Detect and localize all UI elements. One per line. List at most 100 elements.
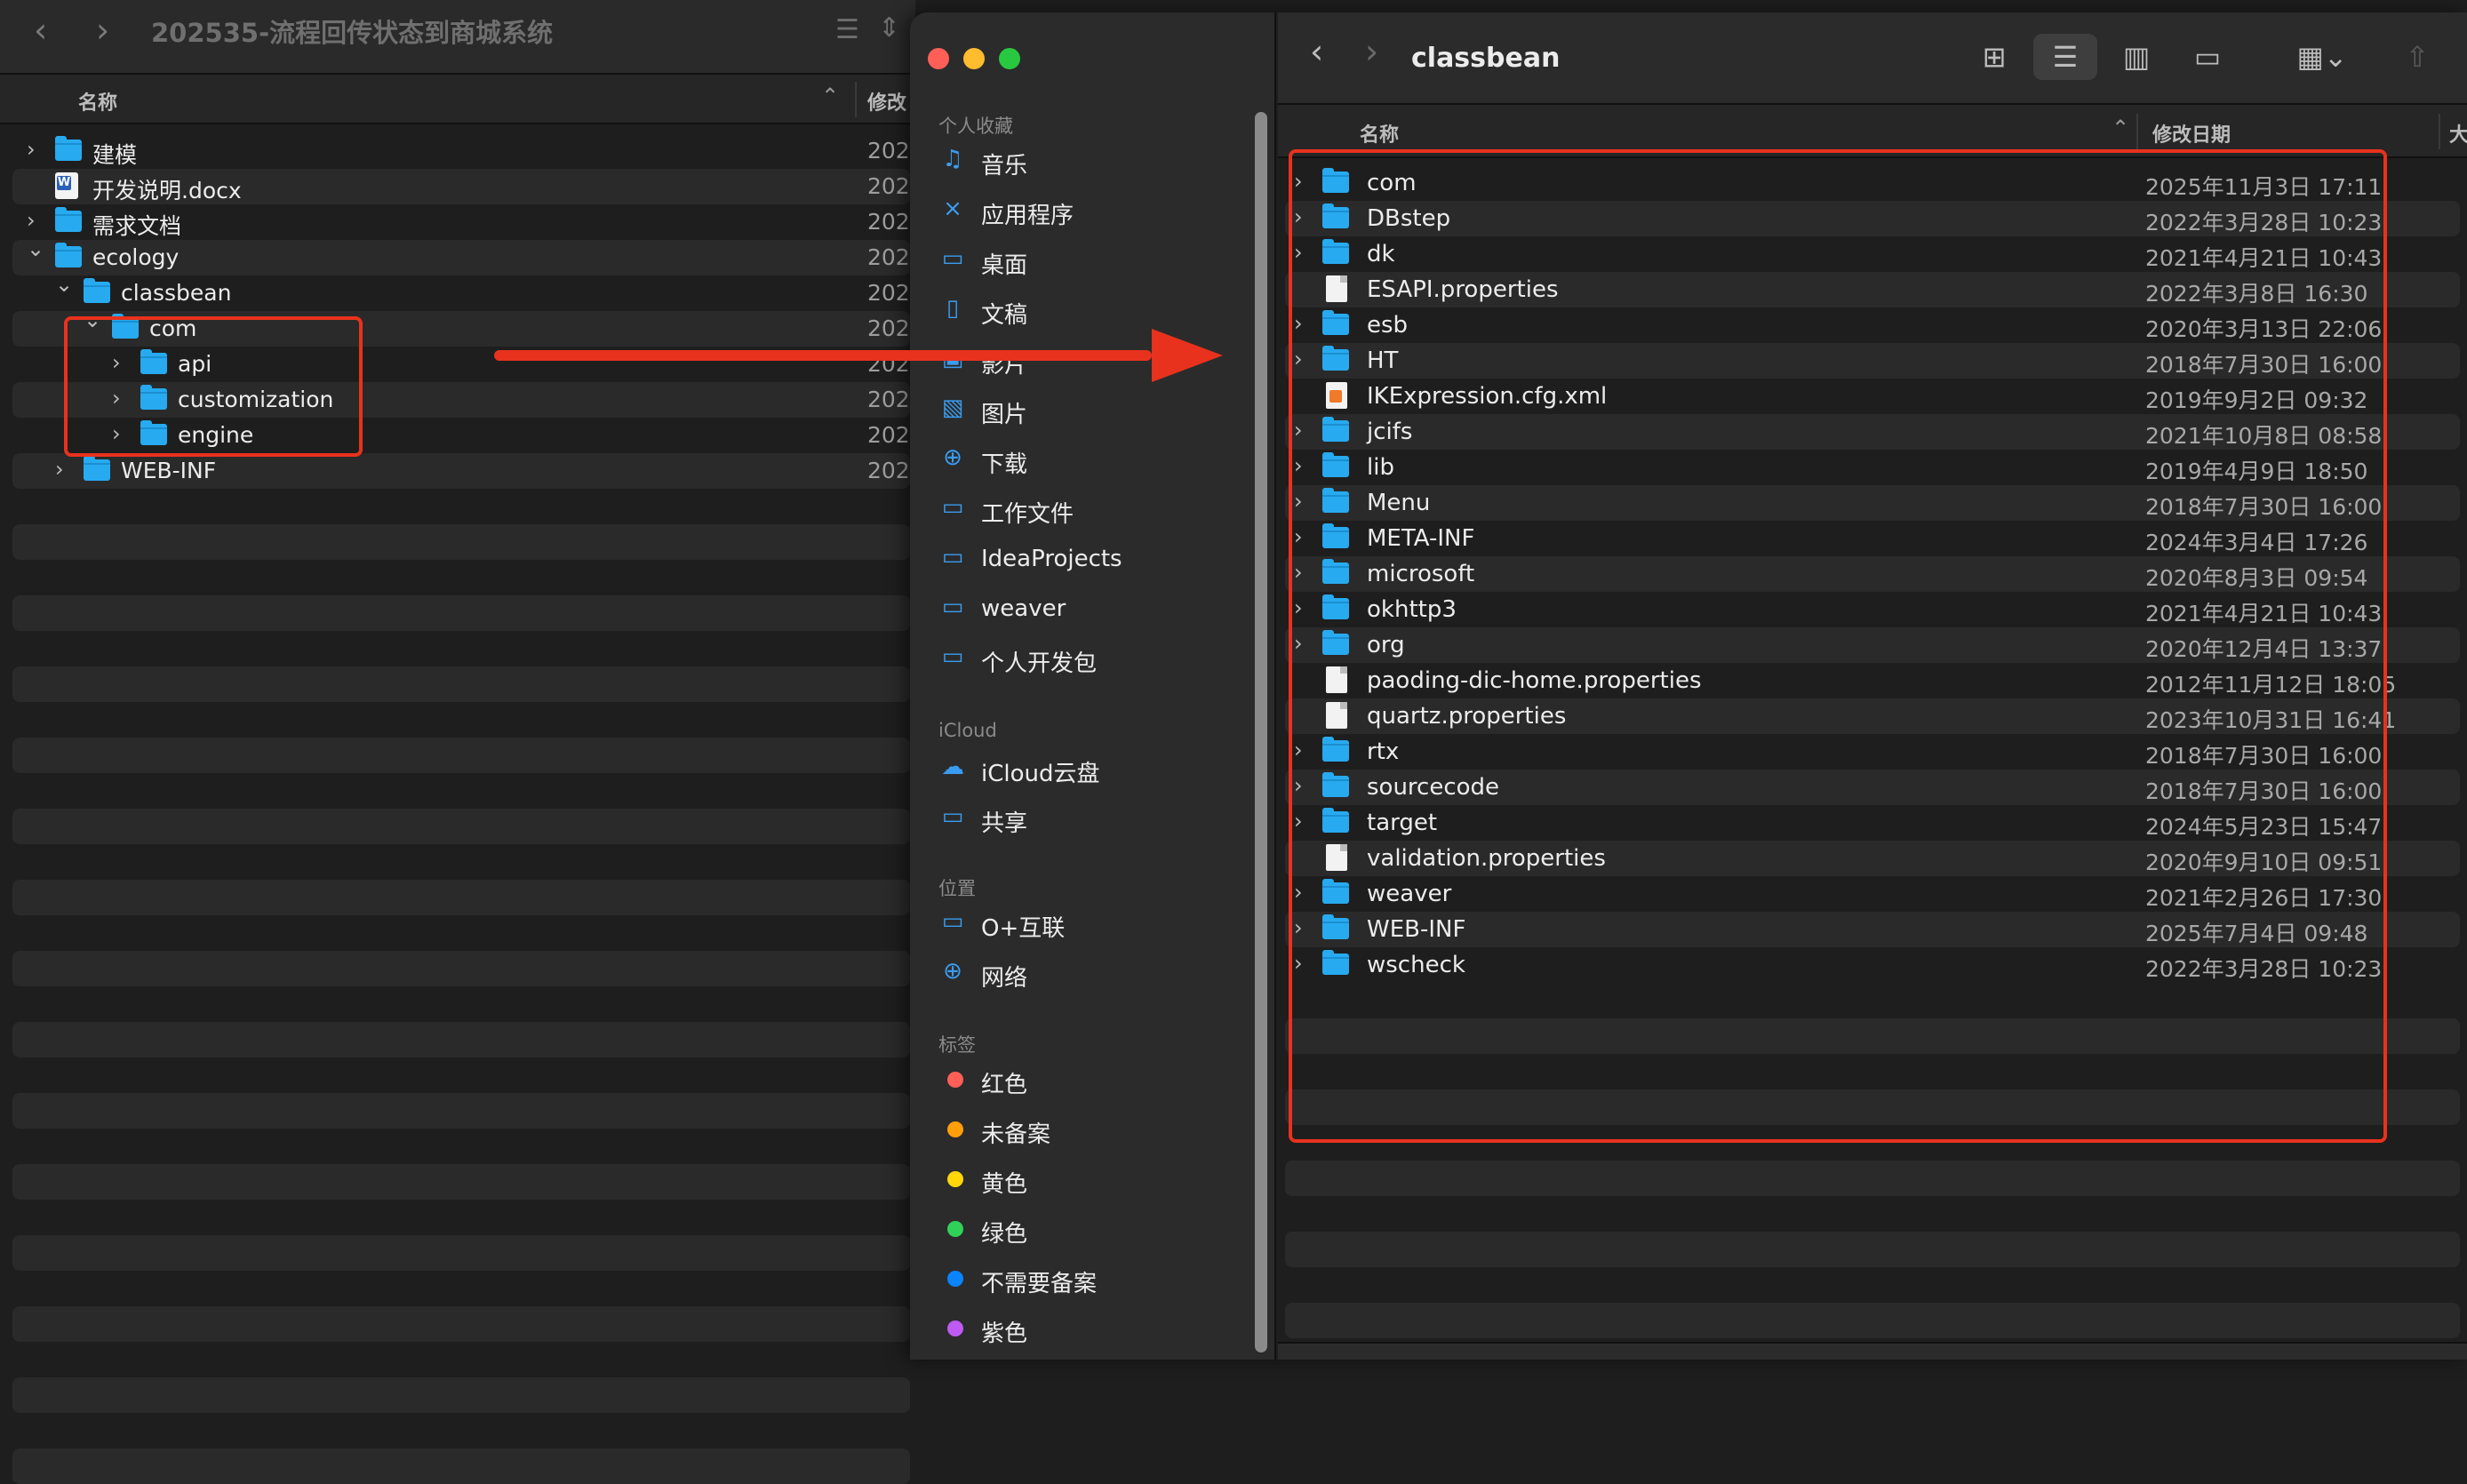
nav-back-button[interactable]: ‹ — [1310, 32, 1323, 71]
back-item-date: 202 — [867, 209, 910, 235]
sidebar-item[interactable]: ⊕ 下载 — [938, 439, 1249, 482]
back-nav-back-button[interactable]: ‹ — [34, 11, 47, 50]
column-modified[interactable]: 修改日期 — [2152, 119, 2231, 148]
empty-row — [12, 595, 910, 631]
network-icon: ⊕ — [943, 958, 962, 985]
folder-icon — [55, 243, 82, 267]
sidebar-tag-item[interactable]: 红色 — [938, 1059, 1249, 1102]
back-item-name: 建模 — [92, 142, 138, 168]
sidebar-item[interactable]: ▭ 桌面 — [938, 240, 1249, 283]
empty-row — [12, 1306, 910, 1342]
column-divider[interactable] — [855, 82, 857, 117]
sidebar-item[interactable]: ⊕ 网络 — [938, 953, 1249, 995]
sidebar-item[interactable]: ⨯ 应用程序 — [938, 190, 1249, 233]
folder-icon: ▭ — [941, 594, 964, 620]
sidebar-tag-item[interactable]: 不需要备案 — [938, 1258, 1249, 1301]
list-view-icon[interactable]: ☰ — [835, 14, 859, 45]
back-window-title: 202535-流程回传状态到商城系统 — [151, 18, 554, 48]
sidebar-item[interactable]: ▭ 共享 — [938, 798, 1249, 841]
empty-row — [12, 809, 910, 844]
empty-row — [12, 1093, 910, 1129]
empty-row — [1285, 1161, 2460, 1196]
disclosure-expanded-icon[interactable]: ⌄ — [55, 272, 73, 297]
sidebar-item[interactable]: ▭ weaver — [938, 588, 1249, 631]
sidebar-item-label: 共享 — [981, 810, 1028, 837]
highlight-box-com — [64, 316, 363, 457]
sidebar-item[interactable]: ▭ 工作文件 — [938, 489, 1249, 531]
download-icon: ⊕ — [943, 444, 962, 471]
folder-icon: ▭ — [941, 643, 964, 670]
column-size[interactable]: 大小 — [2449, 119, 2467, 148]
back-list-item[interactable]: › 需求文档 202 — [12, 204, 910, 240]
sidebar-item-label: 文稿 — [981, 302, 1028, 329]
disclosure-collapsed-icon[interactable]: › — [27, 208, 36, 233]
back-item-name: ecology — [92, 244, 180, 270]
icon-view-icon[interactable]: ⊞ — [1962, 34, 2026, 80]
back-nav-forward-button[interactable]: › — [96, 11, 109, 50]
sidebar-item[interactable]: ▯ 文稿 — [938, 290, 1249, 332]
gallery-view-icon[interactable]: ▭ — [2176, 34, 2239, 80]
back-list-item[interactable]: ⌄ ecology 202 — [12, 236, 910, 275]
word-logo-icon: W — [57, 176, 71, 190]
sidebar-item[interactable]: ♫ 音乐 — [938, 140, 1249, 183]
close-window-button[interactable] — [928, 48, 949, 69]
sidebar-tag-item[interactable]: 紫色 — [938, 1308, 1249, 1351]
column-divider[interactable] — [2439, 114, 2440, 149]
sort-updown-icon[interactable]: ⇕ — [878, 12, 900, 44]
sidebar-scrollbar[interactable] — [1255, 112, 1267, 1352]
nav-forward-button[interactable]: › — [1365, 32, 1378, 71]
sidebar-tag-item[interactable]: 绿色 — [938, 1209, 1249, 1251]
column-divider[interactable] — [2136, 114, 2138, 149]
sidebar-item-label: weaver — [981, 595, 1066, 622]
sidebar-tag-item[interactable]: 黄色 — [938, 1159, 1249, 1201]
group-by-icon[interactable]: ▦⌄ — [2282, 34, 2362, 80]
zoom-window-button[interactable] — [999, 48, 1020, 69]
empty-row — [12, 951, 910, 986]
back-column-modified[interactable]: 修改 — [867, 87, 906, 116]
back-item-name: classbean — [121, 280, 232, 306]
highlight-box-classbean — [1289, 149, 2387, 1143]
empty-row — [12, 880, 910, 915]
disclosure-expanded-icon[interactable]: ⌄ — [27, 236, 44, 261]
locations-header: 位置 — [938, 878, 976, 899]
sidebar-item[interactable]: ▭ IdeaProjects — [938, 539, 1249, 581]
window-title: classbean — [1411, 43, 1561, 74]
back-toolbar: ‹ › 202535-流程回传状态到商城系统 ☰ ⇕ — [0, 0, 915, 75]
sidebar-tag-label: 红色 — [981, 1072, 1028, 1098]
drive-icon: ▭ — [941, 908, 964, 935]
empty-row — [1285, 1303, 2460, 1338]
list-view-icon[interactable]: ☰ — [2033, 34, 2097, 80]
red-arrow-annotation — [494, 329, 1223, 382]
back-column-header: 名称 ⌃ 修改 — [0, 75, 915, 124]
share-icon[interactable]: ⇧ — [2385, 34, 2449, 80]
sidebar-tag-item[interactable]: 未备案 — [938, 1109, 1249, 1152]
column-view-icon[interactable]: ▥ — [2104, 34, 2168, 80]
folder-icon: ▭ — [941, 494, 964, 521]
sidebar-item[interactable]: ▭ O+互联 — [938, 903, 1249, 945]
sidebar-item[interactable]: ☁ iCloud云盘 — [938, 748, 1249, 791]
sidebar-item-label: 应用程序 — [981, 203, 1074, 229]
back-list-item[interactable]: › WEB-INF 202 — [12, 453, 910, 489]
column-name[interactable]: 名称 — [1360, 119, 1399, 148]
minimize-window-button[interactable] — [963, 48, 985, 69]
word-doc-icon: W — [55, 172, 78, 199]
empty-row — [12, 1164, 910, 1200]
desktop-icon: ▭ — [941, 245, 964, 272]
document-icon: ▯ — [946, 295, 960, 322]
sidebar-tag-label: 不需要备案 — [981, 1271, 1098, 1297]
back-list-item[interactable]: › 建模 202 — [12, 133, 910, 169]
back-list-item[interactable]: W 开发说明.docx 202 — [12, 169, 910, 204]
sidebar-item[interactable]: ▧ 图片 — [938, 389, 1249, 432]
tag-color-dot-icon — [947, 1171, 963, 1187]
back-item-name: 需求文档 — [92, 213, 182, 239]
back-list-item[interactable]: ⌄ classbean 202 — [12, 272, 910, 311]
shared-folder-icon: ▭ — [941, 803, 964, 830]
empty-row — [12, 1235, 910, 1271]
tag-color-dot-icon — [947, 1221, 963, 1237]
sidebar-item[interactable]: ▭ 个人开发包 — [938, 638, 1249, 681]
sidebar: 个人收藏 ♫音乐⨯应用程序▭桌面▯文稿▣影片▧图片⊕下载▭工作文件▭IdeaPr… — [910, 12, 1276, 1360]
back-column-name[interactable]: 名称 — [78, 87, 117, 116]
disclosure-collapsed-icon[interactable]: › — [55, 457, 64, 482]
back-item-date: 202 — [867, 173, 910, 199]
disclosure-collapsed-icon[interactable]: › — [27, 137, 36, 162]
